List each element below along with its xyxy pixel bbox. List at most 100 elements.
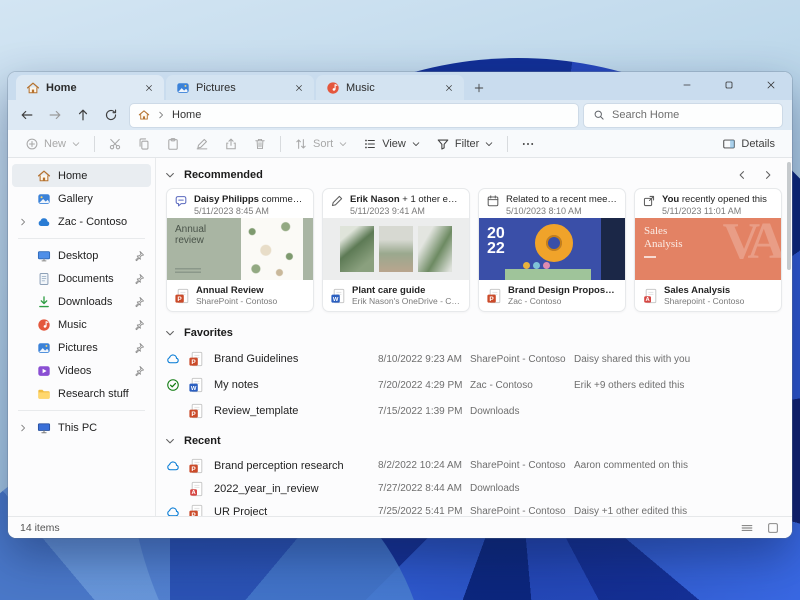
activity-text: commented on… <box>261 194 306 205</box>
sidebar-item-videos[interactable]: Videos <box>12 359 151 382</box>
forward-button[interactable] <box>42 103 68 127</box>
carousel-prev-icon[interactable] <box>736 169 748 181</box>
tab-close-button[interactable] <box>290 79 308 97</box>
recommended-card-sales-analysis[interactable]: You recently opened this 5/11/2023 11:01… <box>634 188 782 312</box>
share-button[interactable] <box>217 132 245 156</box>
tab-close-button[interactable] <box>440 79 458 97</box>
file-location: SharePoint - Contoso <box>470 353 566 365</box>
file-row-2022-year-in-review[interactable]: 2022_year_in_review 7/27/2022 8:44 AM Do… <box>166 477 782 500</box>
thumbnail-photo <box>418 226 452 272</box>
details-pane-button[interactable]: Details <box>715 132 782 156</box>
search-input[interactable]: Search Home <box>584 103 782 127</box>
thumbnail-ring-shape <box>535 224 573 262</box>
thumbnail-ball <box>523 262 530 269</box>
sidebar-item-this-pc[interactable]: This PC <box>12 416 151 439</box>
file-row-brand-guidelines[interactable]: Brand Guidelines 8/10/2022 9:23 AM Share… <box>166 346 782 372</box>
pictures-icon <box>176 81 190 95</box>
file-date: 7/25/2022 5:41 PM <box>378 506 463 516</box>
sort-button[interactable]: Sort <box>287 132 355 156</box>
activity-date: 5/11/2023 8:45 AM <box>194 206 269 216</box>
tab-pictures[interactable]: Pictures <box>166 75 314 100</box>
thumbnail-photo <box>340 226 374 272</box>
close-icon <box>444 83 454 93</box>
file-name: Brand Guidelines <box>214 353 299 365</box>
sidebar-item-label: Zac - Contoso <box>58 215 128 228</box>
sidebar-item-pictures[interactable]: Pictures <box>12 336 151 359</box>
cut-icon <box>108 137 122 151</box>
activity-actor: Erik Nason <box>350 194 400 205</box>
recommended-cards: Daisy Philipps commented on… 5/11/2023 8… <box>166 188 782 312</box>
recommended-card-annual-review[interactable]: Daisy Philipps commented on… 5/11/2023 8… <box>166 188 314 312</box>
close-window-button[interactable] <box>750 72 792 98</box>
sidebar-item-onedrive-zac-contoso[interactable]: Zac - Contoso <box>12 210 151 233</box>
carousel-next-icon[interactable] <box>762 169 774 181</box>
file-name: UR Project <box>214 505 268 517</box>
new-button[interactable]: New <box>18 132 88 156</box>
close-icon <box>144 83 154 93</box>
sidebar-item-label: Music <box>58 318 87 331</box>
large-icons-view-toggle-icon[interactable] <box>766 521 780 535</box>
card-thumbnail: 20 22 <box>479 218 625 280</box>
refresh-button[interactable] <box>98 103 124 127</box>
sidebar-item-downloads[interactable]: Downloads <box>12 290 151 313</box>
home-icon <box>26 81 40 95</box>
plus-icon <box>473 82 485 94</box>
tab-home[interactable]: Home <box>16 75 164 100</box>
tab-close-button[interactable] <box>140 79 158 97</box>
rename-button[interactable] <box>188 132 216 156</box>
file-location: SharePoint - Contoso <box>470 506 566 516</box>
card-file-location: Sharepoint - Contoso <box>664 296 745 306</box>
sidebar-item-documents[interactable]: Documents <box>12 267 151 290</box>
collapse-chevron-icon[interactable] <box>164 169 176 181</box>
recent-section-header: Recent <box>164 430 782 452</box>
chevron-right-icon[interactable] <box>18 217 28 227</box>
chevron-down-icon <box>71 139 81 149</box>
file-name: Brand perception research <box>214 459 344 472</box>
details-view-toggle-icon[interactable] <box>740 521 754 535</box>
more-options-button[interactable] <box>514 132 542 156</box>
up-button[interactable] <box>70 103 96 127</box>
filter-button-label: Filter <box>454 137 480 150</box>
status-bar: 14 items <box>8 516 792 538</box>
sidebar-item-gallery[interactable]: Gallery <box>12 187 151 210</box>
sidebar-item-music[interactable]: Music <box>12 313 151 336</box>
file-row-my-notes[interactable]: My notes 7/20/2022 4:29 PM Zac - Contoso… <box>166 372 782 398</box>
sort-arrows-icon <box>294 137 308 151</box>
scrollbar[interactable] <box>786 160 791 514</box>
copy-button[interactable] <box>130 132 158 156</box>
recommended-card-plant-care-guide[interactable]: Erik Nason + 1 other edited this 5/11/20… <box>322 188 470 312</box>
card-thumbnail: VA Sales Analysis <box>635 218 781 280</box>
chevron-right-icon[interactable] <box>18 423 28 433</box>
search-icon <box>593 109 605 121</box>
collapse-chevron-icon[interactable] <box>164 327 176 339</box>
close-icon <box>765 79 777 91</box>
collapse-chevron-icon[interactable] <box>164 435 176 447</box>
delete-button[interactable] <box>246 132 274 156</box>
new-tab-button[interactable] <box>466 75 492 100</box>
recommended-card-brand-design-proposal[interactable]: Related to a recent meeting 5/10/2023 8:… <box>478 188 626 312</box>
sidebar-item-home[interactable]: Home <box>12 164 151 187</box>
thumbnail-side-strip <box>601 218 625 280</box>
maximize-button[interactable] <box>708 72 750 98</box>
tab-music[interactable]: Music <box>316 75 464 100</box>
paste-button[interactable] <box>159 132 187 156</box>
breadcrumb[interactable]: Home <box>130 103 578 127</box>
pictures-icon <box>37 341 51 355</box>
sidebar-item-desktop[interactable]: Desktop <box>12 244 151 267</box>
favorites-list: Brand Guidelines 8/10/2022 9:23 AM Share… <box>164 346 782 424</box>
sidebar-item-label: Research stuff <box>58 387 129 400</box>
sidebar-item-research-stuff[interactable]: Research stuff <box>12 382 151 405</box>
item-count: 14 items <box>20 521 60 534</box>
scrollbar-thumb[interactable] <box>787 162 791 270</box>
breadcrumb-item-home[interactable]: Home <box>172 109 201 121</box>
file-row-review-template[interactable]: Review_template 7/15/2022 1:39 PM Downlo… <box>166 398 782 424</box>
minimize-button[interactable] <box>666 72 708 98</box>
tab-label: Music <box>346 81 375 94</box>
view-button[interactable]: View <box>356 132 428 156</box>
file-row-ur-project[interactable]: UR Project 7/25/2022 5:41 PM SharePoint … <box>166 500 782 516</box>
back-button[interactable] <box>14 103 40 127</box>
activity-date: 5/11/2023 9:41 AM <box>350 206 425 216</box>
file-row-brand-perception-research[interactable]: Brand perception research 8/2/2022 10:24… <box>166 454 782 477</box>
filter-button[interactable]: Filter <box>429 132 501 156</box>
cut-button[interactable] <box>101 132 129 156</box>
